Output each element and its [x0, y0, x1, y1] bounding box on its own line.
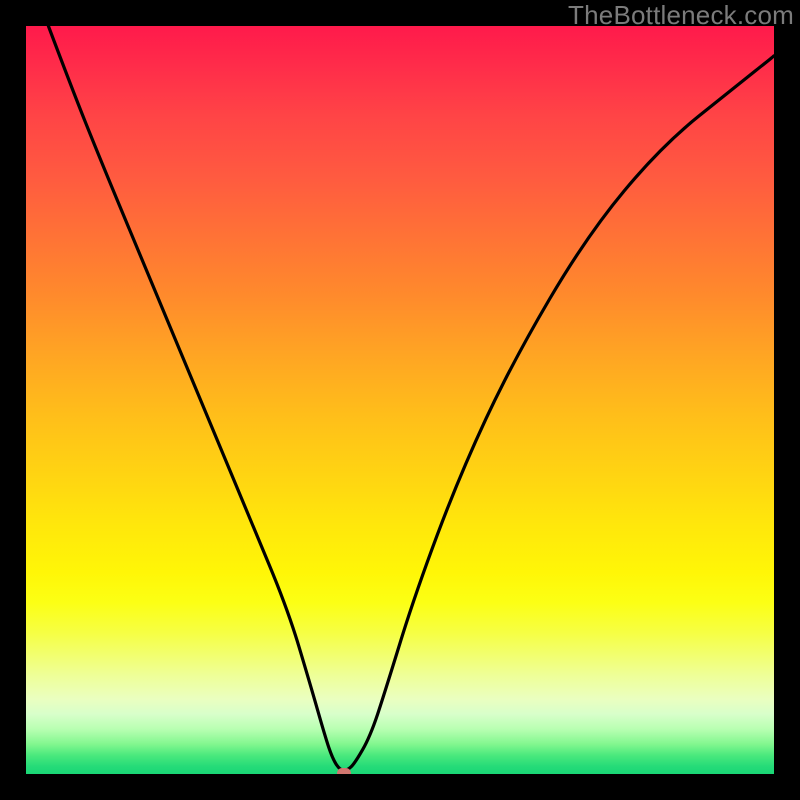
bottleneck-curve-path: [48, 26, 774, 770]
plot-area: [26, 26, 774, 774]
curve-svg: [26, 26, 774, 774]
watermark-text: TheBottleneck.com: [568, 0, 794, 31]
chart-container: TheBottleneck.com: [0, 0, 800, 800]
optimum-marker: [337, 768, 351, 775]
